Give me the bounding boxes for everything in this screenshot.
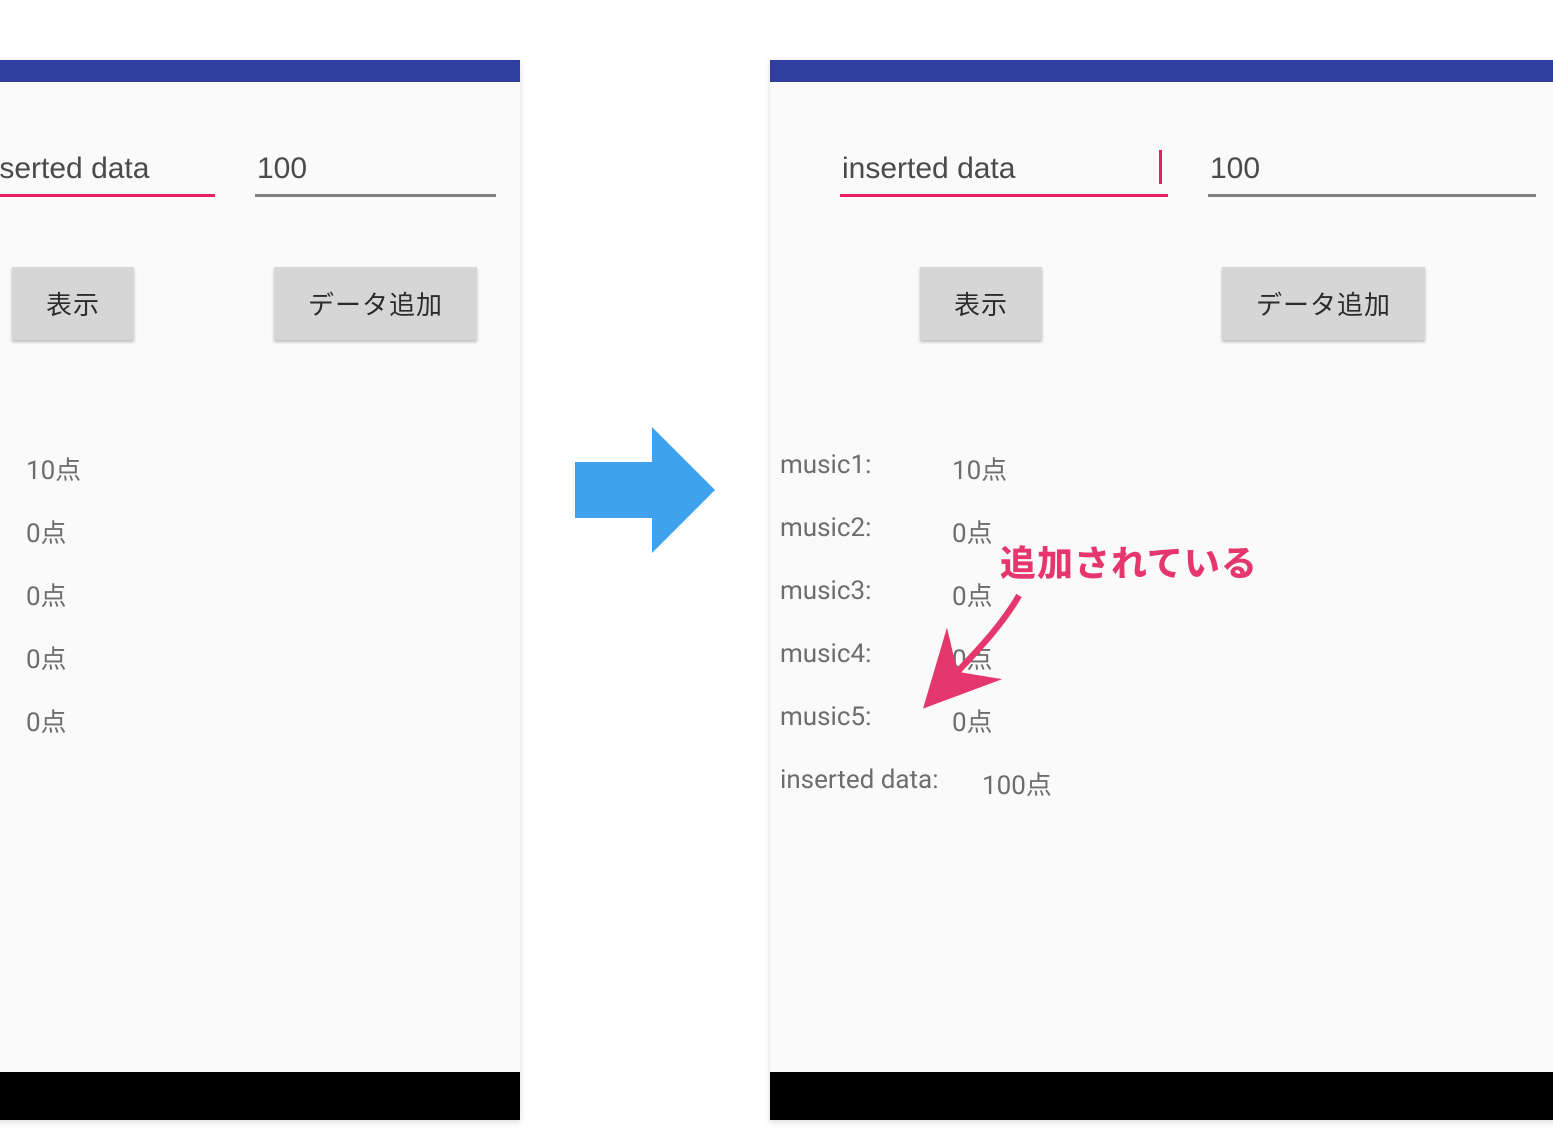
annotation-arrow-icon: [938, 590, 1028, 700]
name-input[interactable]: [840, 148, 1168, 197]
list-item-key: 1:: [0, 450, 4, 487]
list-item: music5: 0点: [780, 702, 1536, 739]
name-text-field[interactable]: [840, 148, 1168, 197]
annotation-label: 追加されている: [1000, 535, 1258, 587]
navigation-bar: [0, 1072, 520, 1120]
list-item-value: 0点: [26, 576, 67, 613]
button-row: 表示 データ追加: [840, 267, 1536, 340]
left-screenshot-panel: 表示 データ追加 1: 10点 2: 0点 3: 0点 4: 0点: [0, 60, 520, 1120]
name-input[interactable]: [0, 148, 215, 197]
app-content: 表示 データ追加 1: 10点 2: 0点 3: 0点 4: 0点: [0, 82, 520, 1072]
list-item: music1: 10点: [780, 450, 1536, 487]
list-item: 5: 0点: [0, 702, 496, 739]
list-item-key: music2:: [780, 513, 930, 550]
list-item-key: music1:: [780, 450, 930, 487]
score-input[interactable]: [1208, 148, 1536, 197]
list-item-value: 100点: [982, 765, 1052, 802]
list-item-value: 10点: [952, 450, 1007, 487]
status-bar: [770, 60, 1553, 82]
transition-arrow-icon: [565, 420, 725, 560]
input-row: [840, 148, 1536, 197]
list-item-key: inserted data:: [780, 765, 960, 802]
score-input[interactable]: [255, 148, 496, 197]
button-row: 表示 データ追加: [0, 267, 496, 340]
score-text-field[interactable]: [255, 148, 496, 197]
right-screenshot-panel: 表示 データ追加 music1: 10点 music2: 0点 music3: …: [770, 60, 1553, 1120]
data-list: music1: 10点 music2: 0点 music3: 0点 music4…: [780, 450, 1536, 802]
add-data-button[interactable]: データ追加: [1222, 267, 1425, 340]
add-data-button[interactable]: データ追加: [274, 267, 477, 340]
list-item-key: 2:: [0, 513, 4, 550]
list-item: music4: 0点: [780, 639, 1536, 676]
input-row: [0, 148, 496, 197]
list-item: 2: 0点: [0, 513, 496, 550]
list-item-value: 0点: [952, 702, 993, 739]
navigation-bar: [770, 1072, 1553, 1120]
list-item-value: 0点: [26, 702, 67, 739]
score-text-field[interactable]: [1208, 148, 1536, 197]
list-item-value: 0点: [26, 639, 67, 676]
list-item-value: 0点: [952, 513, 993, 550]
list-item-key: 5:: [0, 702, 4, 739]
list-item-key: 3:: [0, 576, 4, 613]
show-button[interactable]: 表示: [12, 267, 134, 340]
status-bar: [0, 60, 520, 82]
list-item: 4: 0点: [0, 639, 496, 676]
list-item-value: 10点: [26, 450, 81, 487]
list-item: 3: 0点: [0, 576, 496, 613]
list-item: 1: 10点: [0, 450, 496, 487]
list-item-key: 4:: [0, 639, 4, 676]
list-item-key: music4:: [780, 639, 930, 676]
data-list: 1: 10点 2: 0点 3: 0点 4: 0点 5: 0点: [0, 450, 496, 739]
list-item-key: music5:: [780, 702, 930, 739]
list-item-value: 0点: [26, 513, 67, 550]
list-item: inserted data: 100点: [780, 765, 1536, 802]
list-item-key: music3:: [780, 576, 930, 613]
name-text-field[interactable]: [0, 148, 215, 197]
show-button[interactable]: 表示: [920, 267, 1042, 340]
text-cursor-icon: [1159, 150, 1162, 184]
